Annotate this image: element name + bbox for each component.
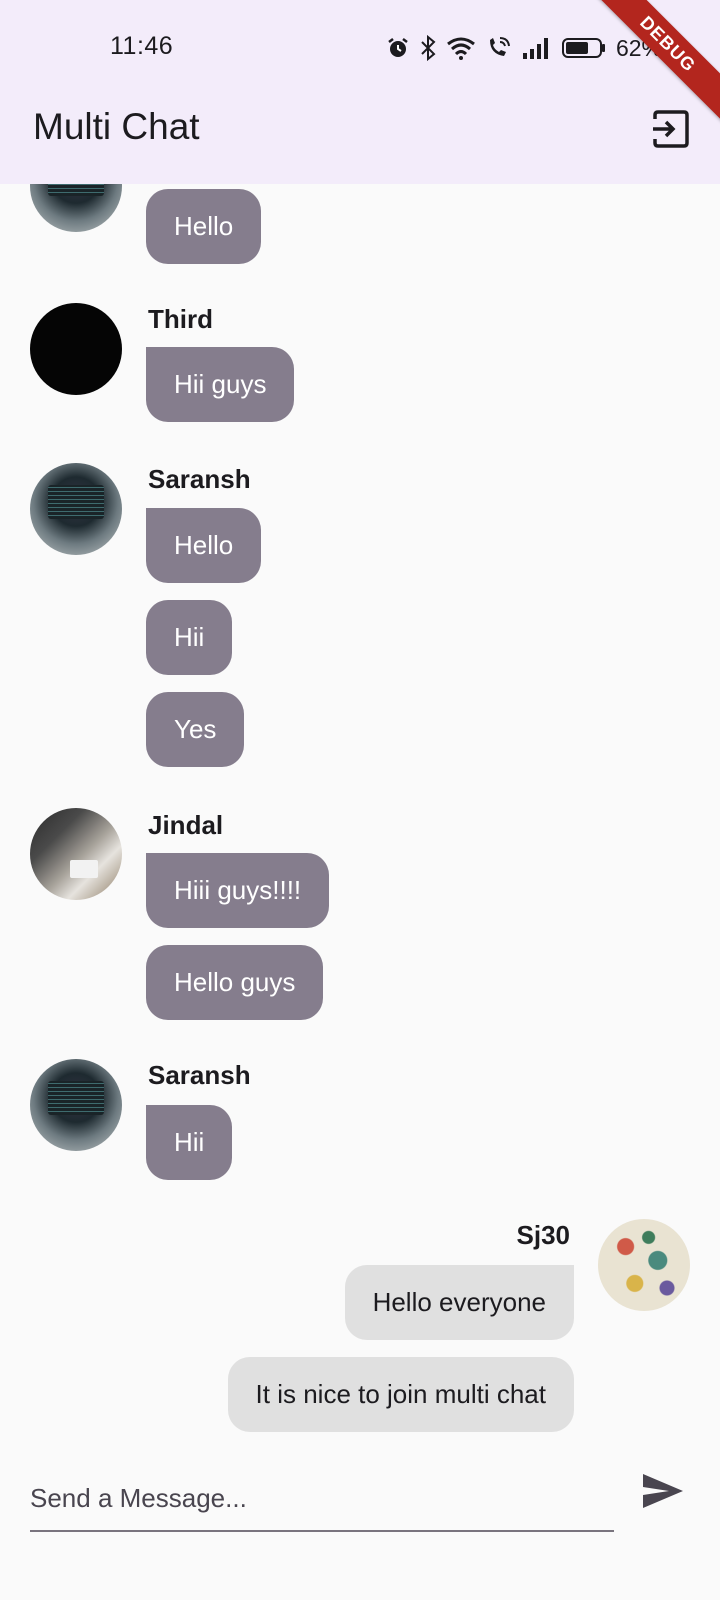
sender-name: Third bbox=[148, 304, 213, 334]
status-time: 11:46 bbox=[110, 32, 174, 60]
avatar bbox=[30, 1059, 122, 1151]
message-bubble: Hiii guys!!!! bbox=[146, 853, 330, 928]
battery-icon bbox=[561, 37, 606, 59]
wifi-icon bbox=[446, 36, 476, 60]
send-button[interactable] bbox=[634, 1462, 692, 1520]
bluetooth-icon bbox=[420, 35, 436, 61]
sender-name: Sj30 bbox=[516, 1220, 571, 1250]
message-bubble: Hello bbox=[146, 508, 262, 583]
logout-button[interactable] bbox=[648, 106, 694, 152]
status-bar: 11:46 62% bbox=[0, 0, 720, 84]
send-icon bbox=[643, 1474, 683, 1508]
wifi-calling-icon bbox=[486, 36, 512, 60]
message-bubble: Hii guys bbox=[146, 347, 295, 422]
sender-name: Saransh bbox=[148, 1060, 251, 1090]
message-bubble: Hii bbox=[146, 1105, 233, 1180]
message-bubble: Yes bbox=[146, 692, 245, 767]
avatar bbox=[30, 184, 122, 232]
alarm-icon bbox=[386, 36, 410, 60]
logout-icon bbox=[653, 110, 689, 148]
page-title: Multi Chat bbox=[33, 106, 200, 147]
app-bar: Multi Chat bbox=[0, 84, 720, 184]
message-bubble: Hii bbox=[146, 600, 233, 675]
avatar bbox=[30, 808, 122, 900]
avatar bbox=[30, 303, 122, 395]
message-bubble: It is nice to join multi chat bbox=[227, 1357, 574, 1432]
avatar bbox=[598, 1219, 690, 1311]
composer bbox=[0, 1444, 720, 1600]
avatar bbox=[30, 463, 122, 555]
message-bubble: Hello everyone bbox=[344, 1265, 574, 1340]
sender-name: Jindal bbox=[148, 810, 224, 840]
status-icons: 62% bbox=[386, 32, 662, 64]
message-list[interactable]: Hello Third Hii guys Saransh Hello Hii Y… bbox=[0, 184, 720, 1444]
sender-name: Saransh bbox=[148, 464, 251, 494]
message-bubble: Hello guys bbox=[146, 945, 324, 1020]
chat-screen: 11:46 62% Multi Chat Hello Third Hii guy… bbox=[0, 0, 720, 1600]
message-bubble: Hello bbox=[146, 189, 262, 264]
signal-icon bbox=[522, 37, 552, 59]
message-input[interactable] bbox=[30, 1472, 614, 1532]
